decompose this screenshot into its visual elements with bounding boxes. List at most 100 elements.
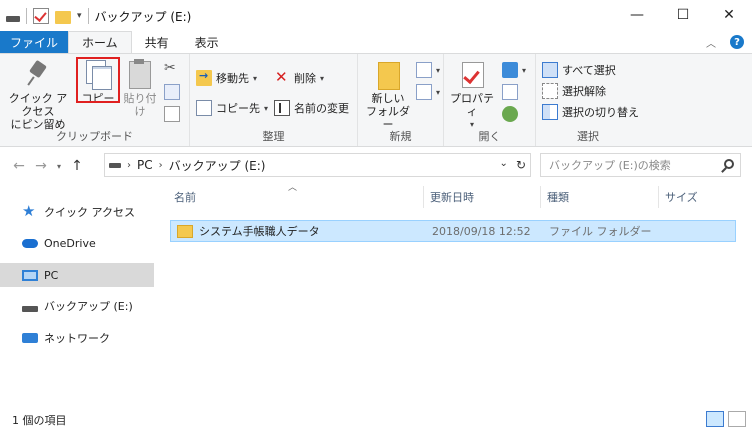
address-dropdown-chevron-icon[interactable]: ⌄ [500,158,508,172]
tab-share[interactable]: 共有 [132,31,182,53]
search-placeholder: バックアップ (E:)の検索 [549,159,671,172]
nav-item-backup-drive[interactable]: バックアップ (E:) [0,294,154,318]
copy-to-button[interactable]: コピー先 ▾ [196,98,268,118]
rename-icon [274,100,290,116]
search-icon [724,159,734,169]
open-button[interactable]: ▾ [502,60,526,80]
window-title: バックアップ (E:) [94,9,192,24]
title-bar: ▾ バックアップ (E:) — ☐ ✕ [0,0,752,32]
large-icons-view-icon[interactable] [728,411,746,427]
delete-chevron-icon: ▾ [320,73,325,83]
back-arrow-icon[interactable]: ← [8,155,30,177]
close-button[interactable]: ✕ [706,0,752,30]
properties-icon [456,58,488,90]
properties-label: プロパティ [450,92,494,118]
drive-icon [109,162,121,168]
new-folder-big-icon [372,58,404,90]
column-header-type[interactable]: 種類 [540,186,658,208]
invert-selection-label: 選択の切り替え [562,106,639,119]
history-button[interactable] [502,104,518,124]
properties-button[interactable]: プロパティ ▾ [446,58,498,131]
tab-file[interactable]: ファイル [0,31,69,53]
nav-item-label: ネットワーク [44,332,110,345]
new-item-icon [416,62,432,78]
tab-view[interactable]: 表示 [182,31,232,53]
nav-item-label: PC [44,268,59,282]
copy-to-chevron-icon: ▾ [264,103,269,113]
file-row[interactable]: システム手帳職人データ 2018/09/18 12:52 ファイル フォルダー [170,220,736,242]
pin-label-line1: クイック アクセス [8,92,68,118]
select-none-button[interactable]: 選択解除 [542,81,606,101]
easy-access-chevron-icon: ▾ [436,87,441,97]
address-bar[interactable]: › PC › バックアップ (E:) ⌄ ↻ [104,153,531,177]
paste-shortcut-button[interactable] [164,104,180,124]
search-input[interactable]: バックアップ (E:)の検索 [540,153,741,177]
forward-arrow-icon[interactable]: → [30,155,52,177]
delete-button[interactable]: 削除 ▾ [274,68,324,88]
column-header-size[interactable]: サイズ [658,186,738,208]
new-item-button[interactable]: ▾ [416,60,440,80]
copy-to-label: コピー先 [216,102,260,115]
copy-to-icon [196,100,212,116]
maximize-button[interactable]: ☐ [660,0,706,30]
easy-access-button[interactable]: ▾ [416,82,440,102]
select-none-label: 選択解除 [562,85,606,98]
nav-item-pc[interactable]: PC [0,263,154,287]
column-header-type-label: 種類 [547,191,569,204]
new-folder-icon[interactable] [55,10,71,24]
select-all-button[interactable]: すべて選択 [542,60,616,80]
select-all-icon [542,62,558,78]
clipboard-group: クイック アクセス にピン留め コピー 貼り付け クリップボード [0,54,190,146]
file-type: ファイル フォルダー [549,225,652,238]
invert-selection-button[interactable]: 選択の切り替え [542,102,639,122]
column-header-modified-label: 更新日時 [430,191,474,204]
nav-item-label: OneDrive [44,236,96,250]
up-arrow-icon[interactable]: ↑ [66,155,88,177]
open-icon [502,62,518,78]
nav-item-network[interactable]: ネットワーク [0,326,154,350]
tab-home[interactable]: ホーム [68,31,132,53]
easy-access-icon [416,84,432,100]
move-to-chevron-icon: ▾ [253,73,258,83]
move-to-icon [196,69,212,86]
refresh-icon[interactable]: ↻ [516,158,526,172]
navigation-row: ← → ▾ ↑ › PC › バックアップ (E:) ⌄ ↻ バックアップ (E… [0,153,752,179]
window-controls: — ☐ ✕ [614,0,752,30]
recent-locations-chevron-icon[interactable]: ▾ [52,155,66,177]
open-chevron-icon: ▾ [522,65,527,75]
help-icon[interactable]: ? [730,35,744,49]
cut-button[interactable] [164,60,180,80]
breadcrumb-backup-drive[interactable]: バックアップ (E:) [169,157,266,174]
select-none-icon [542,83,558,99]
collapse-ribbon-chevron-icon[interactable]: ︿ [706,35,716,50]
minimize-button[interactable]: — [614,0,660,30]
new-folder-button[interactable]: 新しい フォルダー [364,58,412,131]
new-group: 新しい フォルダー ▾ ▾ 新規 [358,54,444,146]
column-header-name-label: 名前 [174,191,196,204]
breadcrumb-separator-icon: › [158,159,163,171]
rename-button[interactable]: 名前の変更 [274,98,349,118]
nav-item-quick-access[interactable]: クイック アクセス [0,200,154,224]
column-header-name[interactable]: ︿ 名前 [168,183,423,208]
move-to-button[interactable]: 移動先 ▾ [196,68,257,88]
toolbar-divider [87,8,89,24]
breadcrumb-pc[interactable]: PC [137,158,153,172]
column-header-modified[interactable]: 更新日時 [423,186,540,208]
nav-item-onedrive[interactable]: OneDrive [0,231,154,255]
pin-to-quick-access-button[interactable]: クイック アクセス にピン留め [4,58,72,131]
folder-icon [177,224,193,238]
column-header-size-label: サイズ [665,191,698,204]
navigation-pane: クイック アクセス OneDrive PC バックアップ (E:) ネットワーク [0,188,154,398]
cloud-icon [22,236,38,250]
customize-toolbar-chevron-icon[interactable]: ▾ [77,11,82,21]
pin-icon [22,58,54,90]
properties-check-icon[interactable] [33,8,49,24]
edit-button[interactable] [502,82,518,102]
copy-path-button[interactable] [164,82,180,102]
open-group: プロパティ ▾ ▾ 開く [444,54,536,146]
paste-button[interactable]: 貼り付け [120,58,160,118]
item-count: 1 個の項目 [12,414,67,427]
file-name: システム手帳職人データ [199,225,320,238]
details-view-icon[interactable] [706,411,724,427]
organize-group: 移動先 ▾ コピー先 ▾ 削除 ▾ 名前の変更 整理 [190,54,358,146]
